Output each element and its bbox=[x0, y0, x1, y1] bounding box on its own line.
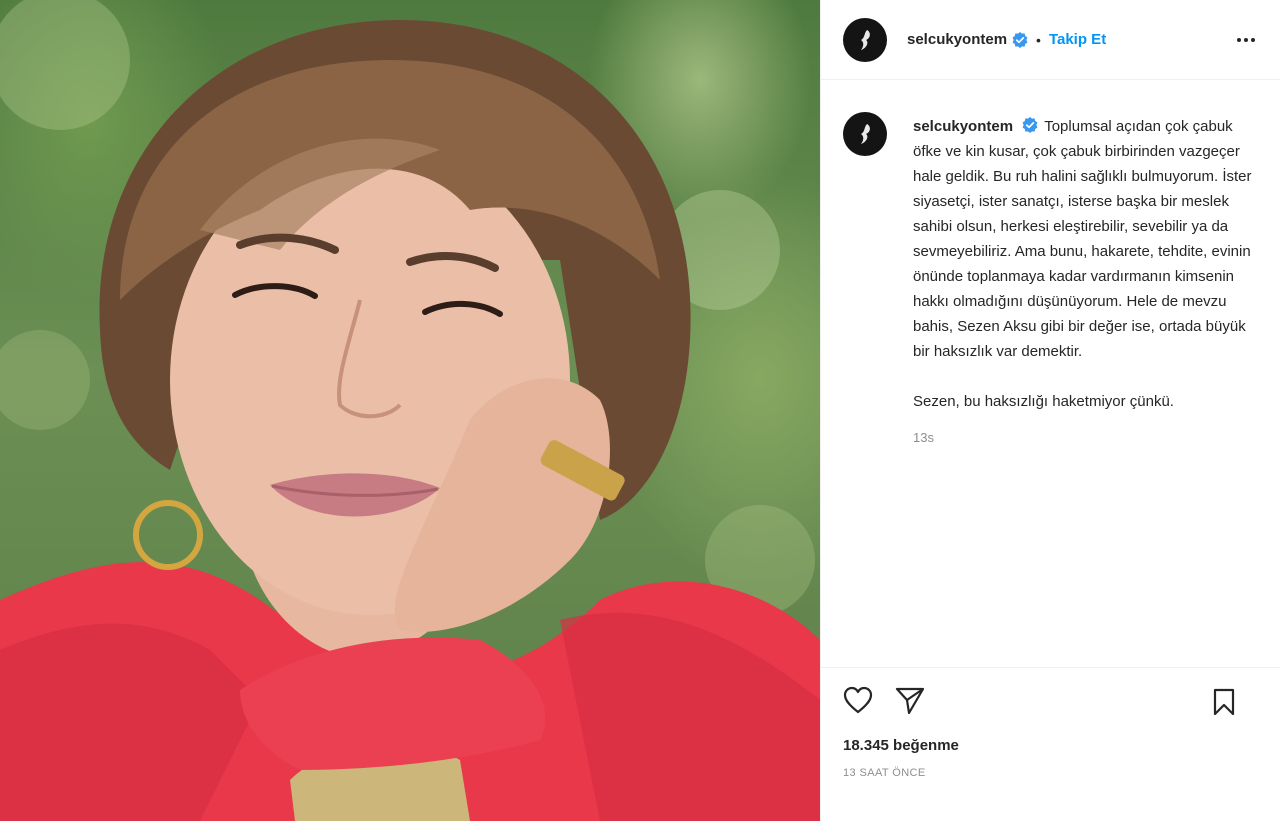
caption-comment: selcukyontem Toplumsal açıdan çok çabuk … bbox=[843, 112, 1258, 445]
post-header: selcukyontem • Takip Et bbox=[821, 0, 1280, 80]
comment-timestamp[interactable]: 13s bbox=[913, 430, 1253, 445]
caption-username[interactable]: selcukyontem bbox=[913, 118, 1013, 135]
post-photo[interactable] bbox=[0, 0, 820, 821]
follow-button[interactable]: Takip Et bbox=[1049, 31, 1106, 48]
avatar[interactable] bbox=[843, 17, 887, 62]
bookmark-icon[interactable] bbox=[1212, 688, 1236, 716]
heart-icon[interactable] bbox=[843, 686, 873, 714]
header-username[interactable]: selcukyontem bbox=[907, 31, 1007, 48]
action-bar bbox=[821, 667, 1280, 731]
caption-paragraph-1: Toplumsal açıdan çok çabuk öfke ve kin k… bbox=[913, 118, 1252, 360]
caption-paragraph-2: Sezen, bu haksızlığı haketmiyor çünkü. bbox=[913, 393, 1174, 410]
post-side-panel: selcukyontem • Takip Et selcukyontem Top… bbox=[820, 0, 1280, 821]
caption-avatar[interactable] bbox=[843, 112, 887, 156]
paper-plane-icon[interactable] bbox=[895, 686, 925, 714]
caption-body: selcukyontem Toplumsal açıdan çok çabuk … bbox=[913, 114, 1253, 445]
post-timestamp: 13 SAAT ÖNCE bbox=[843, 767, 926, 779]
more-options-icon[interactable] bbox=[1234, 28, 1258, 57]
avatar-silhouette-icon bbox=[861, 29, 870, 50]
like-count[interactable]: 18.345 beğenme bbox=[821, 731, 1280, 767]
verified-badge-icon bbox=[1022, 117, 1038, 133]
separator-dot: • bbox=[1036, 31, 1041, 48]
instagram-post: selcukyontem • Takip Et selcukyontem Top… bbox=[0, 0, 1280, 821]
caption-area: selcukyontem Toplumsal açıdan çok çabuk … bbox=[821, 80, 1280, 667]
verified-badge-icon bbox=[1012, 31, 1028, 48]
avatar-silhouette-icon bbox=[861, 124, 870, 144]
caption-text: selcukyontem Toplumsal açıdan çok çabuk … bbox=[913, 114, 1253, 364]
portrait-illustration bbox=[0, 0, 820, 821]
